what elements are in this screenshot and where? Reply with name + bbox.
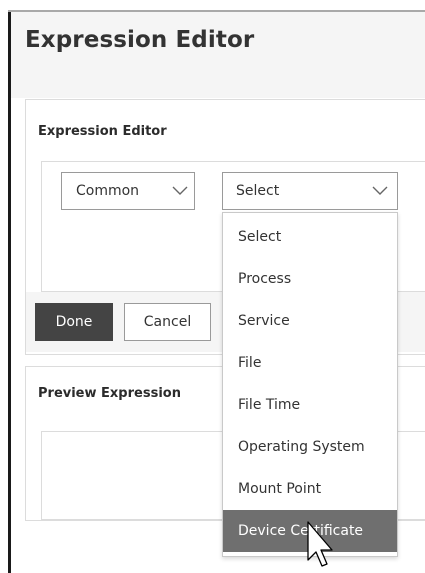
chevron-down-icon	[372, 186, 388, 195]
menu-item-service[interactable]: Service	[223, 300, 397, 342]
select-dropdown[interactable]: Select	[222, 172, 398, 210]
menu-item-file[interactable]: File	[223, 342, 397, 384]
mouse-pointer-icon	[307, 521, 333, 567]
preview-panel-title: Preview Expression	[38, 386, 181, 401]
menu-item-process[interactable]: Process	[223, 258, 397, 300]
menu-item-select[interactable]: Select	[223, 216, 397, 258]
menu-item-mount-point[interactable]: Mount Point	[223, 468, 397, 510]
common-dropdown-value: Common	[76, 183, 140, 199]
cancel-button[interactable]: Cancel	[124, 303, 211, 341]
select-dropdown-menu: Select Process Service File File Time Op…	[222, 212, 398, 557]
menu-item-file-time[interactable]: File Time	[223, 384, 397, 426]
chevron-down-icon	[172, 186, 188, 195]
page-title: Expression Editor	[25, 27, 255, 53]
editor-panel-title: Expression Editor	[38, 124, 167, 139]
select-dropdown-value: Select	[236, 183, 280, 199]
menu-item-operating-system[interactable]: Operating System	[223, 426, 397, 468]
done-button[interactable]: Done	[35, 303, 113, 341]
page-header	[11, 12, 425, 98]
common-dropdown[interactable]: Common	[61, 172, 195, 210]
